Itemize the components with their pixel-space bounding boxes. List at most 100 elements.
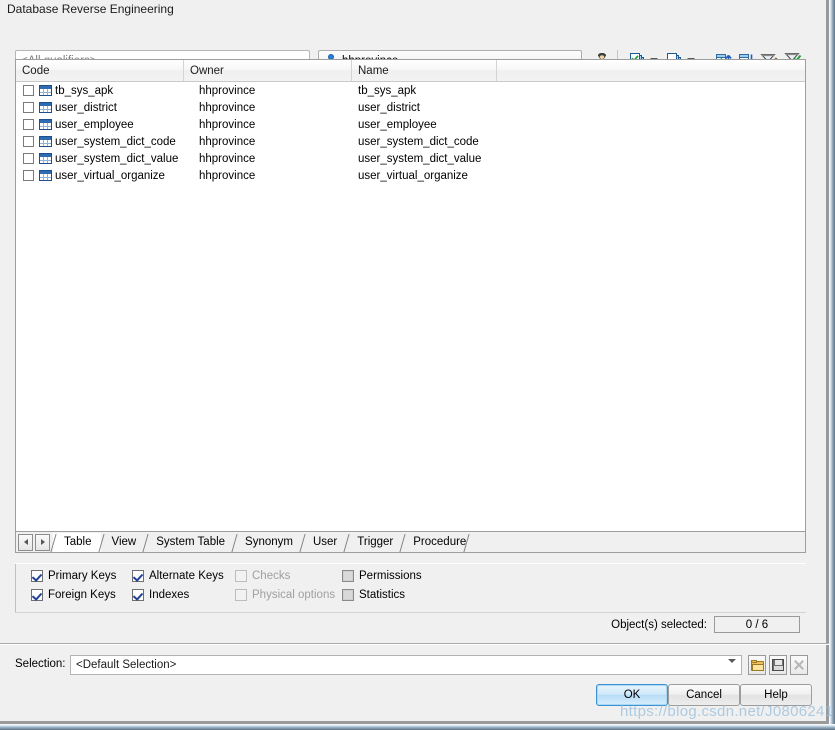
tab-label: Trigger [357, 536, 394, 548]
selection-label: Selection: [15, 658, 66, 670]
tab-scroll-right-button[interactable] [35, 533, 50, 551]
table-icon [39, 170, 52, 181]
cell-code: user_system_dict_value [55, 152, 179, 165]
ok-button[interactable]: OK [596, 684, 668, 706]
tab-label: View [111, 536, 137, 548]
options-panel: Primary Keys Foreign Keys Alternate Keys… [15, 563, 806, 640]
window-border-bottom [0, 724, 835, 730]
table-icon [39, 102, 52, 113]
table-row[interactable]: user_district hhprovince user_district [16, 99, 805, 116]
cell-name: user_system_dict_value [358, 152, 482, 165]
option-permissions[interactable]: Permissions [342, 570, 422, 582]
scroll-right-icon [40, 539, 45, 545]
option-primary-keys[interactable]: Primary Keys [31, 570, 116, 582]
row-checkbox[interactable] [23, 85, 34, 96]
cell-code: tb_sys_apk [55, 84, 114, 97]
selection-row: Selection: <Default Selection> [0, 652, 829, 680]
checkbox-icon[interactable] [342, 570, 354, 582]
cell-code: user_system_dict_code [55, 135, 176, 148]
chevron-down-icon[interactable] [728, 659, 736, 681]
cell-code: user_virtual_organize [55, 169, 165, 182]
checkbox-icon[interactable] [132, 589, 144, 601]
tab-label: Table [64, 536, 92, 548]
dialog-window: Database Reverse Engineering <All qualif… [0, 0, 835, 730]
column-header-filler [497, 60, 805, 81]
tab-scroll-left-button[interactable] [18, 533, 33, 551]
tab-procedure[interactable]: Procedure [402, 533, 476, 552]
tab-trigger[interactable]: Trigger [346, 533, 403, 552]
table-icon [39, 85, 52, 96]
selection-combo[interactable]: <Default Selection> [70, 655, 742, 680]
objects-selected-label: Object(s) selected: [611, 618, 707, 631]
tab-user[interactable]: User [301, 533, 347, 552]
save-icon [772, 659, 784, 671]
option-label: Indexes [149, 589, 190, 601]
tab-label: User [312, 536, 338, 548]
option-label: Primary Keys [48, 570, 117, 582]
save-selection-button[interactable] [769, 655, 787, 675]
column-header-code[interactable]: Code [16, 60, 184, 81]
open-selection-button[interactable] [748, 655, 766, 675]
cell-name: tb_sys_apk [358, 84, 417, 97]
column-header-owner[interactable]: Owner [184, 60, 352, 81]
table-icon [39, 119, 52, 130]
tab-system-table[interactable]: System Table [145, 533, 235, 552]
cell-owner: hhprovince [199, 135, 256, 148]
option-alternate-keys[interactable]: Alternate Keys [132, 570, 224, 582]
checkbox-icon[interactable] [342, 589, 354, 601]
list-header: Code Owner Name [16, 60, 805, 82]
window-client-area: Database Reverse Engineering <All qualif… [0, 0, 829, 715]
list-body: tb_sys_apk hhprovince tb_sys_apk user_di… [16, 82, 805, 184]
panel-divider [15, 612, 806, 613]
scroll-left-icon [23, 539, 28, 545]
objects-list[interactable]: Code Owner Name tb_sys_apk hhprovince tb… [15, 59, 806, 532]
cell-name: user_employee [358, 118, 437, 131]
row-checkbox[interactable] [23, 119, 34, 130]
tab-label: System Table [156, 536, 226, 548]
cell-owner: hhprovince [199, 84, 256, 97]
table-row[interactable]: user_employee hhprovince user_employee [16, 116, 805, 133]
cell-owner: hhprovince [199, 169, 256, 182]
help-button[interactable]: Help [740, 684, 812, 706]
checkbox-icon[interactable] [31, 589, 43, 601]
row-checkbox[interactable] [23, 170, 34, 181]
selection-combo-value: <Default Selection> [76, 659, 177, 671]
delete-selection-button [790, 655, 808, 675]
window-frame: Database Reverse Engineering <All qualif… [0, 0, 829, 724]
option-foreign-keys[interactable]: Foreign Keys [31, 589, 116, 601]
option-label: Alternate Keys [149, 570, 224, 582]
option-checks: Checks [235, 570, 290, 582]
cell-name: user_district [358, 101, 420, 114]
row-checkbox[interactable] [23, 136, 34, 147]
tab-table[interactable]: Table [53, 533, 101, 552]
table-row[interactable]: tb_sys_apk hhprovince tb_sys_apk [16, 82, 805, 99]
table-row[interactable]: user_system_dict_code hhprovince user_sy… [16, 133, 805, 150]
tab-label: Synonym [245, 536, 293, 548]
table-row[interactable]: user_virtual_organize hhprovince user_vi… [16, 167, 805, 184]
objects-selected: Object(s) selected: 0 / 6 [611, 616, 800, 633]
checkbox-icon[interactable] [31, 570, 43, 582]
cancel-button[interactable]: Cancel [668, 684, 740, 706]
checkbox-icon[interactable] [132, 570, 144, 582]
row-checkbox[interactable] [23, 102, 34, 113]
cell-code: user_employee [55, 118, 134, 131]
option-label: Foreign Keys [48, 589, 116, 601]
tab-label: Procedure [413, 536, 467, 548]
option-label: Checks [252, 570, 291, 582]
tab-view[interactable]: View [100, 533, 146, 552]
dialog-button-row: OK Cancel Help [0, 684, 829, 710]
title-bar: Database Reverse Engineering [0, 0, 829, 20]
table-icon [39, 136, 52, 147]
window-border-right [829, 0, 835, 730]
cell-owner: hhprovince [199, 101, 256, 114]
cell-code: user_district [55, 101, 117, 114]
table-row[interactable]: user_system_dict_value hhprovince user_s… [16, 150, 805, 167]
cell-owner: hhprovince [199, 118, 256, 131]
folder-icon [750, 659, 764, 671]
option-indexes[interactable]: Indexes [132, 589, 189, 601]
column-header-name[interactable]: Name [352, 60, 497, 81]
tab-synonym[interactable]: Synonym [234, 533, 302, 552]
cell-name: user_system_dict_code [358, 135, 479, 148]
row-checkbox[interactable] [23, 153, 34, 164]
option-statistics[interactable]: Statistics [342, 589, 405, 601]
